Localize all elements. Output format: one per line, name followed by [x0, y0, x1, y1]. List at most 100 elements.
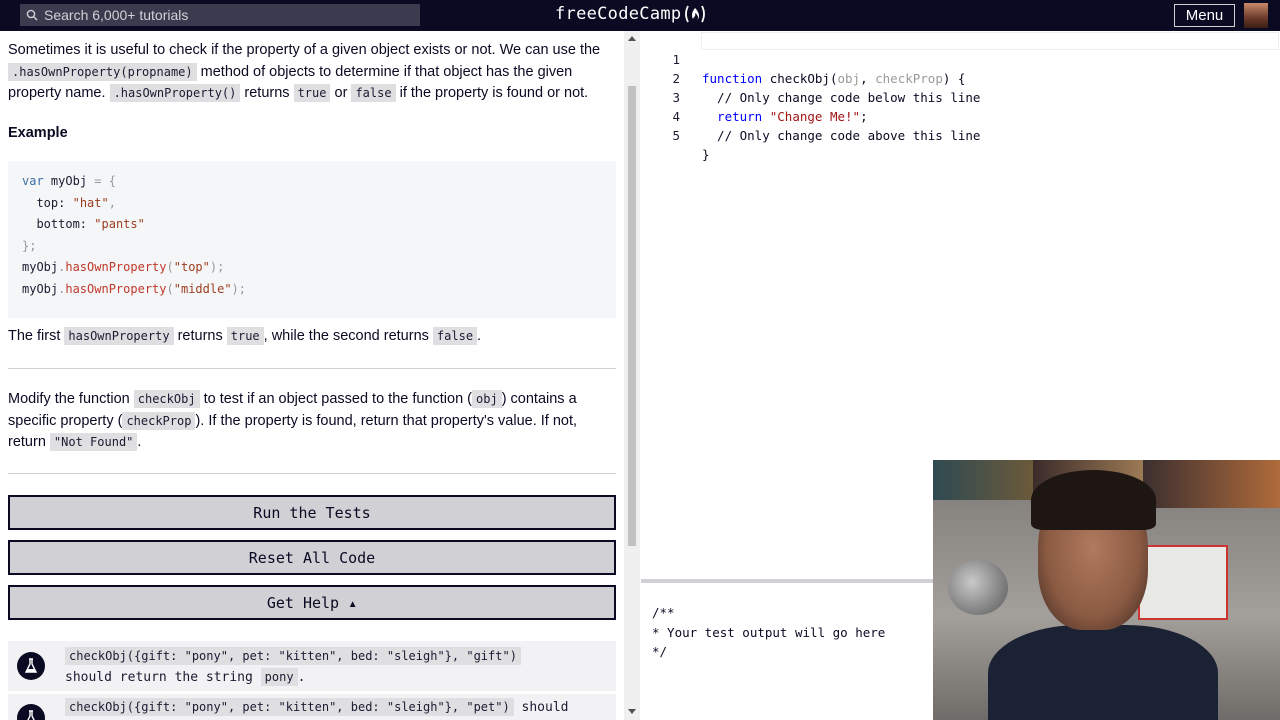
example-heading: Example — [8, 125, 68, 141]
test-text: . — [297, 670, 306, 685]
description-text: to test if an object passed to the funct… — [199, 391, 472, 407]
test-status-icon — [17, 704, 45, 720]
instructions-paragraph: Modify the function checkObj to test if … — [8, 389, 608, 454]
flame-icon — [685, 5, 706, 23]
code-param: obj — [837, 71, 861, 86]
code-text: ) { — [942, 71, 966, 86]
divider — [8, 368, 616, 369]
inline-code: "Not Found" — [49, 433, 138, 452]
code-string: "Change Me!" — [762, 109, 861, 124]
poster — [1143, 460, 1280, 508]
code-string: "hat" — [72, 195, 109, 210]
description-text: . — [477, 328, 482, 344]
poster — [933, 460, 1033, 500]
code-text: ; — [860, 109, 868, 124]
editor-line[interactable]: 3 return "Change Me!"; — [641, 69, 867, 124]
editor-line[interactable]: 4 // Only change code above this line — [641, 88, 980, 143]
active-line-highlight — [701, 32, 1279, 50]
inline-code: checkObj({gift: "pony", pet: "kitten", b… — [65, 647, 521, 665]
description-text: returns — [173, 328, 227, 344]
test-item: checkObj({gift: "pony", pet: "kitten", b… — [8, 641, 616, 691]
code-punc: = { — [94, 174, 116, 188]
top-nav: freeCodeCamp Menu — [0, 0, 1280, 31]
code-text: checkObj( — [762, 71, 838, 86]
inline-code: .hasOwnProperty(propname) — [8, 62, 197, 81]
test-text: should return the string — [65, 670, 261, 685]
inline-code: checkProp — [122, 411, 196, 430]
description-text: if the property is found or not. — [395, 85, 589, 102]
inline-code: false — [351, 84, 396, 103]
code-keyword: return — [702, 109, 763, 124]
menu-button[interactable]: Menu — [1174, 4, 1235, 27]
beaker-icon — [24, 658, 38, 673]
code-comment: // Only change code above this line — [702, 128, 981, 143]
scroll-down-icon[interactable] — [628, 709, 636, 714]
inline-code: checkObj — [133, 390, 200, 408]
description-text: Modify the function — [8, 391, 134, 407]
inline-code: pony — [260, 668, 298, 686]
description-text: or — [330, 85, 352, 102]
search-input[interactable] — [44, 7, 404, 23]
test-text: should return the string pony. — [65, 667, 305, 688]
code-keyword: function — [702, 71, 763, 86]
code-line: bottom: — [36, 217, 88, 232]
description-text: Sometimes it is useful to check if the p… — [8, 42, 601, 58]
line-number: 5 — [672, 128, 680, 143]
presenter-hair — [1031, 470, 1156, 530]
instructions-panel: Sometimes it is useful to check if the p… — [0, 31, 624, 720]
run-tests-button[interactable]: Run the Tests — [8, 495, 616, 530]
description-text: returns — [240, 85, 294, 102]
code-punc: }; — [22, 238, 37, 253]
code-line: var — [22, 174, 44, 188]
inline-code: true — [293, 84, 331, 103]
avatar[interactable] — [1244, 3, 1268, 28]
inline-code: false — [432, 327, 478, 345]
search-icon — [26, 9, 38, 21]
code-string: "top" — [173, 260, 210, 275]
inline-code: true — [226, 327, 264, 345]
code-text: , — [860, 71, 876, 86]
inline-code: obj — [472, 390, 502, 408]
description-text: . — [137, 434, 142, 451]
whiteboard — [1138, 545, 1228, 620]
editor-line[interactable]: 5 } — [641, 107, 709, 162]
code-param: checkProp — [875, 71, 943, 86]
scroll-thumb[interactable] — [628, 86, 636, 546]
code-line: myObj — [50, 174, 88, 188]
description-text: , while the second returns — [263, 328, 433, 344]
code-text: } — [702, 147, 710, 162]
logo-text: freeCodeCamp — [555, 4, 682, 24]
description-paragraph: Sometimes it is useful to check if the p… — [8, 40, 608, 105]
test-status-icon — [17, 652, 45, 680]
test-text: should — [513, 700, 569, 715]
inline-code: .hasOwnProperty() — [109, 84, 241, 103]
code-line: myObj — [22, 281, 59, 296]
microphone — [948, 560, 1008, 615]
example-code-block: var myObj = { top: "hat", bottom: "pants… — [8, 161, 616, 318]
instructions-scrollbar[interactable] — [624, 31, 640, 720]
explanation-paragraph: The first hasOwnProperty returns true, w… — [8, 326, 608, 348]
code-punc: , — [108, 195, 116, 210]
get-help-button[interactable]: Get Help ▴ — [8, 585, 616, 620]
code-line: myObj — [22, 260, 59, 275]
code-method: hasOwnProperty — [65, 281, 167, 296]
code-string: "middle" — [173, 281, 232, 296]
webcam-overlay — [933, 460, 1280, 720]
presenter-body — [988, 625, 1218, 720]
beaker-icon — [27, 710, 35, 720]
search-bar[interactable] — [20, 4, 420, 26]
description-text: The first — [8, 328, 65, 344]
code-method: hasOwnProperty — [65, 260, 167, 275]
editor-line[interactable]: 2 // Only change code below this line — [641, 50, 980, 105]
code-string: "pants" — [94, 217, 145, 232]
code-line: top: — [36, 195, 66, 210]
scroll-up-icon[interactable] — [628, 36, 636, 41]
code-comment: // Only change code below this line — [702, 90, 981, 105]
editor-line[interactable]: 1 function checkObj(obj, checkProp) { — [641, 31, 965, 86]
logo[interactable]: freeCodeCamp — [555, 4, 707, 24]
reset-code-button[interactable]: Reset All Code — [8, 540, 616, 575]
test-code: checkObj({gift: "pony", pet: "kitten", b… — [65, 646, 521, 667]
inline-code: hasOwnProperty — [64, 327, 174, 345]
test-item: checkObj({gift: "pony", pet: "kitten", b… — [8, 694, 616, 720]
divider — [8, 473, 616, 474]
